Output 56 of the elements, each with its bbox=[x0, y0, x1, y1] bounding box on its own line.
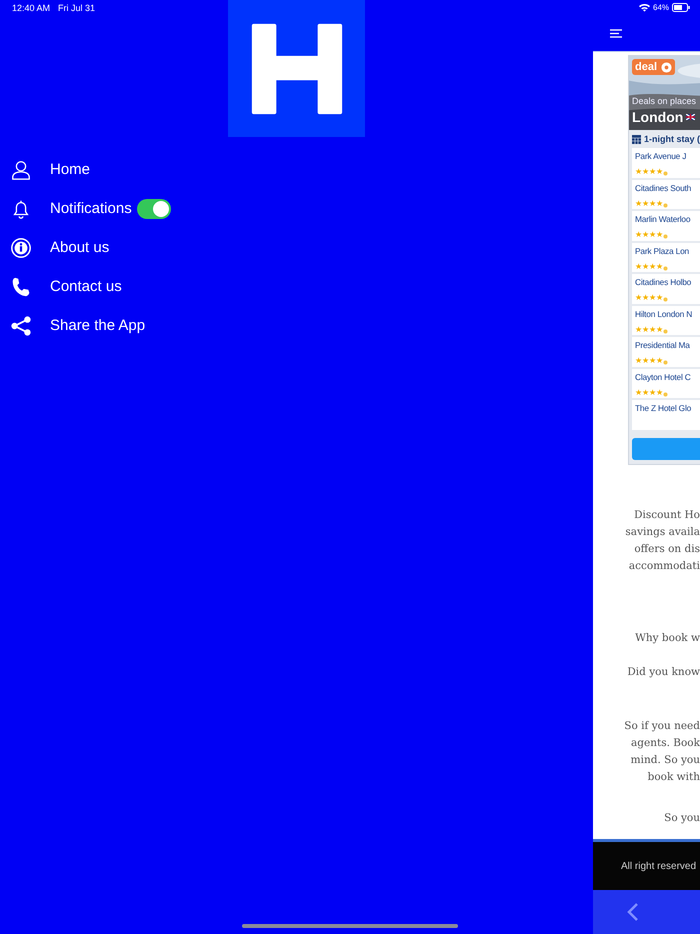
stay-label: 1-night stay ( bbox=[644, 134, 700, 144]
deals-subtitle: Deals on places bbox=[632, 96, 696, 106]
notifications-toggle[interactable] bbox=[136, 198, 171, 218]
hotel-name[interactable]: Presidential Ma bbox=[635, 337, 700, 350]
flag-icon bbox=[686, 114, 696, 120]
star-rating: ★★★★ bbox=[635, 357, 668, 365]
hotel-name[interactable]: Park Avenue J bbox=[635, 148, 700, 161]
hotel-name[interactable]: Citadines South bbox=[635, 180, 700, 192]
flower-icon bbox=[661, 62, 672, 72]
body-paragraph: Discount Ho savings availa offers on dis accommodati bbox=[624, 508, 700, 574]
menu-item[interactable]: Contact us bbox=[50, 278, 122, 295]
status-date: Fri Jul 31 bbox=[58, 3, 96, 13]
hotel-name[interactable]: Park Plaza Lon bbox=[635, 242, 700, 256]
menu-icon[interactable] bbox=[610, 29, 622, 38]
wifi-icon bbox=[639, 3, 650, 12]
star-rating: ★★★★ bbox=[635, 231, 668, 239]
battery-percent: 64% bbox=[653, 3, 670, 12]
hotel-card[interactable]: Citadines Holbo ★★★★ bbox=[632, 274, 700, 304]
star-rating: ★★★★ bbox=[635, 326, 668, 334]
back-icon[interactable] bbox=[627, 903, 639, 921]
menu-item[interactable]: Notifications bbox=[50, 200, 132, 217]
status-time: 12:40 AM bbox=[12, 3, 50, 13]
menu-item[interactable]: About us bbox=[50, 239, 110, 256]
hotel-card[interactable]: Clayton Hotel C ★★★★ bbox=[632, 368, 700, 398]
user-icon bbox=[10, 158, 32, 180]
hotel-name[interactable]: The Z Hotel Glo bbox=[635, 400, 700, 413]
body-paragraph: So if you need agents. Book mind. So you book with bbox=[623, 718, 700, 784]
menu-item[interactable]: Home bbox=[50, 161, 90, 178]
info-icon bbox=[10, 236, 32, 258]
calendar-icon bbox=[632, 134, 641, 144]
hotel-name[interactable]: Citadines Holbo bbox=[635, 274, 700, 287]
star-rating: ★★★★ bbox=[635, 262, 668, 270]
star-rating: ★★★★ bbox=[635, 294, 668, 302]
phone-icon bbox=[10, 276, 32, 298]
footer-text: All right reserved bbox=[621, 860, 696, 872]
hotel-card[interactable]: Presidential Ma ★★★★ bbox=[632, 337, 700, 366]
deal-badge: deal bbox=[632, 59, 676, 75]
city-name: London bbox=[632, 109, 684, 125]
hotel-card[interactable]: Citadines South ★★★★ bbox=[632, 180, 700, 209]
menu-item[interactable]: Share the App bbox=[50, 317, 146, 334]
hotel-card[interactable]: Hilton London N ★★★★ bbox=[632, 306, 700, 335]
hotel-card[interactable]: Park Avenue J ★★★★ bbox=[632, 148, 700, 178]
star-rating: ★★★★ bbox=[635, 200, 668, 208]
body-paragraph: So you bbox=[663, 810, 700, 826]
hotel-card[interactable]: The Z Hotel Glo bbox=[632, 400, 700, 430]
hotel-name[interactable]: Clayton Hotel C bbox=[635, 368, 700, 382]
star-rating: ★★★★ bbox=[635, 388, 668, 396]
star-rating: ★★★★ bbox=[635, 168, 668, 176]
hotel-name[interactable]: Marlin Waterloo bbox=[635, 211, 700, 224]
hotel-card[interactable]: Park Plaza Lon ★★★★ bbox=[632, 242, 700, 272]
hotel-card[interactable]: Marlin Waterloo ★★★★ bbox=[632, 211, 700, 240]
battery-icon bbox=[672, 3, 690, 12]
body-paragraph: Did you know bbox=[626, 664, 700, 680]
hotel-name[interactable]: Hilton London N bbox=[635, 306, 700, 318]
share-icon bbox=[10, 314, 32, 336]
body-paragraph: Why book w bbox=[634, 630, 700, 646]
